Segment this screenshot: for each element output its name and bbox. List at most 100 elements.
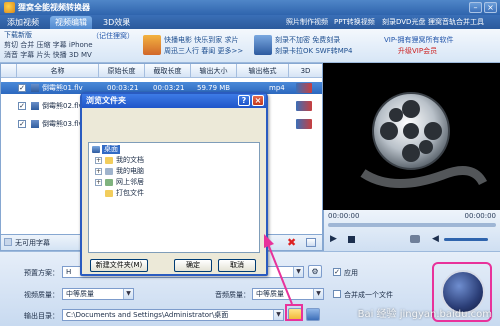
tree-item-computer[interactable]: 我的电脑: [116, 167, 144, 176]
promo-1-line-1[interactable]: 快播电影 快乐到家 求片: [164, 35, 238, 45]
file-name: 倒霉熊03.flv: [42, 120, 83, 128]
play-icon[interactable]: ▶: [330, 234, 337, 244]
col-name[interactable]: 名称: [17, 64, 99, 78]
video-file-icon: [31, 102, 39, 110]
network-icon: [105, 179, 113, 186]
row-checkbox[interactable]: ✓: [18, 84, 26, 92]
remember-link[interactable]: （记住狸窝）: [92, 31, 134, 41]
col-orig-length[interactable]: 原始长度: [99, 64, 145, 78]
subtitle-icon: [4, 238, 12, 246]
col-output-format[interactable]: 输出格式: [237, 64, 289, 78]
promo-2-line-1[interactable]: 刻录不加密 免费刻录: [275, 35, 340, 45]
expand-icon[interactable]: +: [95, 168, 102, 175]
merge-checkbox[interactable]: [333, 290, 341, 298]
snapshot-icon[interactable]: [410, 235, 420, 243]
feature-line-1: 剪切 合并 压缩 字幕 iPhone: [4, 41, 93, 49]
promo-disc-icon: [254, 35, 272, 55]
open-folder-icon[interactable]: [306, 308, 320, 321]
time-current: 00:00:00: [328, 212, 360, 220]
output-dir-label: 输出目录：: [24, 312, 59, 320]
minimize-button[interactable]: –: [469, 2, 482, 13]
cancel-button[interactable]: 取消: [218, 259, 256, 272]
row-checkbox[interactable]: ✓: [18, 120, 26, 128]
watermark: Bai 经验 jingyan.baidu.com: [357, 309, 492, 320]
tree-item-network[interactable]: 网上邻居: [116, 178, 144, 187]
chevron-down-icon: ▼: [123, 289, 133, 299]
volume-slider[interactable]: [444, 238, 488, 241]
tab-video-edit[interactable]: 视频编辑: [50, 16, 92, 29]
3d-icon[interactable]: [296, 83, 312, 93]
output-dir-value: C:\Documents and Settings\Administrator\…: [66, 311, 229, 319]
col-index: [1, 64, 17, 78]
tree-item-desktop[interactable]: 桌面: [102, 145, 120, 154]
output-format: mp4: [269, 84, 285, 92]
volume-icon[interactable]: ◀: [432, 234, 439, 244]
time-total: 00:00:00: [464, 212, 496, 220]
settings-icon[interactable]: ⚙: [308, 265, 322, 278]
tree-item-pack-folder[interactable]: 打包文件: [116, 189, 144, 198]
tab-3d-effect[interactable]: 3D效果: [98, 16, 135, 29]
link-photo-video[interactable]: 照片制作视频: [286, 16, 328, 29]
expand-icon[interactable]: +: [95, 157, 102, 164]
video-quality-select[interactable]: 中等质量 ▼: [62, 288, 134, 300]
dialog-close-button[interactable]: ×: [252, 95, 264, 106]
browse-folder-dialog: 浏览文件夹 ? × 桌面 + 我的文档 + 我的电脑 + 网上邻居 打包文件 新…: [80, 92, 268, 276]
dialog-title: 浏览文件夹: [86, 96, 126, 105]
video-quality-value: 中等质量: [66, 290, 94, 298]
film-reel-icon: [360, 92, 488, 188]
ok-button[interactable]: 确定: [174, 259, 212, 272]
preset-value: H: [66, 268, 72, 276]
merge-label: 合并成一个文件: [344, 291, 393, 299]
col-3d[interactable]: 3D: [289, 64, 322, 78]
link-audio-merge[interactable]: 狸窝音轨合并工具: [428, 16, 484, 29]
promo-media-icon: [143, 35, 161, 55]
3d-icon[interactable]: [296, 119, 312, 129]
subtitle-status[interactable]: 无可用字幕: [15, 238, 50, 248]
row-checkbox[interactable]: ✓: [18, 102, 26, 110]
tab-add-video[interactable]: 添加视频: [2, 16, 44, 29]
tab-bar: 添加视频 视频编辑 3D效果 照片制作视频 PPT转换视频 刻录DVD光盘 狸窝…: [0, 15, 500, 29]
video-preview: [323, 63, 500, 210]
promo-1-line-2[interactable]: 周迅三人行 春闺 更多>>: [164, 46, 243, 56]
folder-tree[interactable]: 桌面 + 我的文档 + 我的电脑 + 网上邻居 打包文件: [88, 142, 260, 253]
seek-bar[interactable]: [328, 223, 496, 227]
new-folder-button[interactable]: 新建文件夹(M): [90, 259, 148, 272]
apply-all-label: 应用: [344, 269, 358, 277]
video-file-icon: [31, 120, 39, 128]
file-name: 倒霉熊02.flv: [42, 102, 83, 110]
feature-line-2: 消音 字幕 片头 快播 3D MV: [4, 51, 92, 59]
link-burn-dvd[interactable]: 刻录DVD光盘: [382, 16, 425, 29]
chevron-down-icon: ▼: [273, 310, 283, 320]
download-new-version[interactable]: 下载新版: [4, 30, 32, 40]
3d-icon[interactable]: [296, 101, 312, 111]
annotation-arrow-icon: [264, 234, 293, 305]
vip-line-1[interactable]: VIP-拥有狸窝所有软件: [384, 35, 453, 45]
window-title: 狸窝全能视频转换器: [18, 3, 90, 12]
video-file-icon: [31, 84, 39, 92]
output-dir-field[interactable]: C:\Documents and Settings\Administrator\…: [62, 309, 284, 321]
stop-icon[interactable]: [348, 236, 355, 243]
apply-all-checkbox[interactable]: ✓: [333, 268, 341, 276]
col-output-size[interactable]: 输出大小: [191, 64, 237, 78]
desktop-icon: [92, 146, 100, 153]
promo-banner: 下载新版 剪切 合并 压缩 字幕 iPhone 消音 字幕 片头 快播 3D M…: [0, 29, 500, 63]
preset-label: 预置方案：: [24, 269, 59, 277]
player-controls: 00:00:00 00:00:00 ▶ ◀: [323, 210, 500, 251]
promo-2-line-2[interactable]: 刻录卡拉OK SWF转MP4: [275, 46, 352, 56]
video-quality-label: 视频质量：: [24, 291, 59, 299]
expand-icon[interactable]: +: [95, 179, 102, 186]
link-ppt-video[interactable]: PPT转换视频: [334, 16, 375, 29]
audio-quality-label: 音频质量：: [215, 291, 250, 299]
folder-icon: [105, 157, 113, 164]
file-name: 倒霉熊01.flv: [42, 84, 83, 92]
tree-item-documents[interactable]: 我的文档: [116, 156, 144, 165]
list-view-icon[interactable]: [306, 238, 316, 247]
chevron-down-icon: ▼: [313, 289, 323, 299]
folder-icon: [105, 190, 113, 197]
dialog-help-button[interactable]: ?: [238, 95, 250, 106]
col-cut-length[interactable]: 截取长度: [145, 64, 191, 78]
title-bar: 狸窝全能视频转换器 – ×: [0, 0, 500, 15]
app-logo-icon: [4, 2, 15, 13]
close-button[interactable]: ×: [484, 2, 497, 13]
vip-upgrade-link[interactable]: 升级VIP会员: [398, 46, 437, 56]
